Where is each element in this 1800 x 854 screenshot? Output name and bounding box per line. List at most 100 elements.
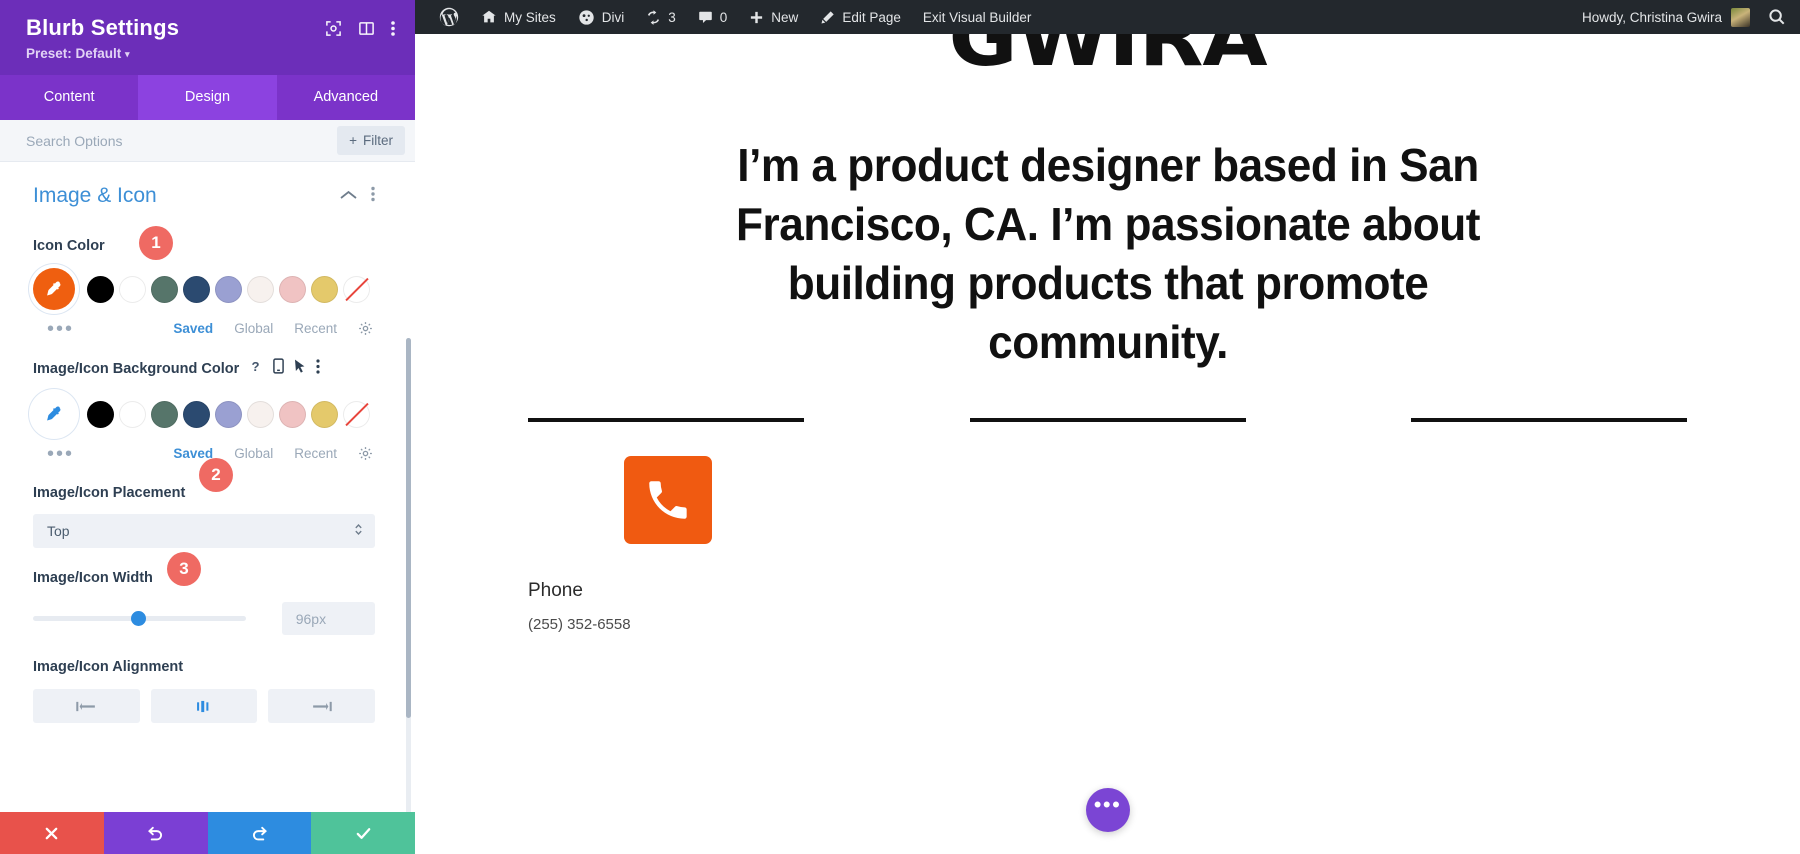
more-dots-icon: ••• <box>1093 792 1122 817</box>
swatch-gold[interactable] <box>311 400 338 428</box>
swatch-navy[interactable] <box>183 275 210 303</box>
wp-comments-button[interactable]: 0 <box>687 0 739 34</box>
help-icon[interactable]: ? <box>248 359 263 379</box>
align-left-icon <box>76 701 95 711</box>
icon-color-picker-button[interactable] <box>33 268 75 311</box>
eyedropper-icon <box>46 281 60 296</box>
swatch-transparent[interactable] <box>343 275 370 303</box>
plus-icon <box>751 11 763 23</box>
wp-exit-label: Exit Visual Builder <box>922 9 1032 25</box>
kebab-menu-icon[interactable] <box>391 20 395 37</box>
divider-row <box>528 417 1687 422</box>
swatch-periwinkle[interactable] <box>215 275 242 303</box>
search-input[interactable] <box>26 132 338 149</box>
mobile-icon[interactable] <box>273 358 285 379</box>
swatch-green[interactable] <box>151 275 178 303</box>
avatar <box>1731 7 1750 27</box>
wp-logo-button[interactable] <box>428 0 470 34</box>
bg-color-gear-icon[interactable] <box>358 446 373 461</box>
panel-scrollbar[interactable] <box>406 338 411 812</box>
pencil-icon <box>821 10 834 23</box>
swatch-green[interactable] <box>151 400 178 428</box>
wp-admin-bar: My Sites Divi 3 0 New Edit Page Exit Vis… <box>415 0 1800 34</box>
section-image-and-icon-header: Image & Icon <box>33 184 375 208</box>
check-icon <box>356 827 370 839</box>
wp-edit-page-label: Edit Page <box>842 9 901 25</box>
undo-button[interactable] <box>103 812 208 854</box>
wp-edit-page-button[interactable]: Edit Page <box>809 0 912 34</box>
field-image-icon-background-color: Image/Icon Background Color ? ••• Saved … <box>33 358 375 464</box>
plus-icon: + <box>349 133 357 149</box>
swatch-transparent[interactable] <box>343 400 370 428</box>
focus-target-icon[interactable] <box>325 20 342 37</box>
bg-color-more-dots[interactable]: ••• <box>33 444 74 464</box>
icon-color-tab-saved[interactable]: Saved <box>173 321 213 336</box>
wp-new-button[interactable]: New <box>738 0 809 34</box>
icon-color-tab-global[interactable]: Global <box>234 321 273 336</box>
placement-select[interactable]: Top <box>33 514 375 549</box>
close-icon <box>46 827 58 839</box>
filter-label: Filter <box>363 133 393 149</box>
sites-icon <box>482 10 496 23</box>
bg-color-swatches <box>33 393 375 436</box>
blurb-module-phone[interactable]: Phone (255) 352-6558 <box>528 455 804 633</box>
chevron-up-icon[interactable] <box>340 187 357 205</box>
width-slider-handle[interactable] <box>130 611 146 627</box>
builder-menu-fab[interactable]: ••• <box>1085 788 1130 832</box>
filter-button[interactable]: + Filter <box>337 126 405 156</box>
bg-color-tab-recent[interactable]: Recent <box>294 446 337 461</box>
wp-updates-button[interactable]: 3 <box>635 0 687 34</box>
align-center-button[interactable] <box>150 689 258 724</box>
search-icon[interactable] <box>1762 8 1786 26</box>
panel-footer-actions <box>0 812 415 854</box>
align-right-button[interactable] <box>268 689 376 724</box>
swatch-pink[interactable] <box>279 275 306 303</box>
swatch-offwhite[interactable] <box>247 400 274 428</box>
panel-title: Blurb Settings <box>26 15 180 40</box>
layout-columns-icon[interactable] <box>358 20 375 37</box>
bg-color-tab-global[interactable]: Global <box>234 446 273 461</box>
tab-content[interactable]: Content <box>0 75 138 120</box>
visual-builder-app: Blurb Settings Preset: Default ▾ Content… <box>0 0 1800 854</box>
align-left-button[interactable] <box>33 689 140 724</box>
redo-icon <box>252 826 267 840</box>
preset-selector[interactable]: Preset: Default ▾ <box>26 46 179 61</box>
section-kebab-menu-icon[interactable] <box>371 186 375 207</box>
wp-howdy-label: Howdy, Christina Gwira <box>1581 9 1722 25</box>
blurb-title: Phone <box>528 579 583 601</box>
wp-account-menu[interactable]: Howdy, Christina Gwira <box>1570 7 1762 27</box>
field-image-icon-alignment: Image/Icon Alignment <box>33 659 376 724</box>
icon-color-more-dots[interactable]: ••• <box>33 319 74 339</box>
swatch-gold[interactable] <box>311 275 338 303</box>
wp-divi-label: Divi <box>601 9 625 25</box>
annotation-badge-2: 2 <box>199 458 233 493</box>
cursor-icon[interactable] <box>294 359 306 379</box>
swatch-periwinkle[interactable] <box>215 400 242 428</box>
eyedropper-icon <box>46 406 60 421</box>
panel-header: Blurb Settings Preset: Default ▾ <box>0 0 415 76</box>
swatch-navy[interactable] <box>183 400 210 428</box>
swatch-black[interactable] <box>87 275 114 303</box>
field-image-icon-width: Image/Icon Width 3 96px <box>33 552 375 636</box>
swatch-white[interactable] <box>119 275 146 303</box>
wp-exit-visual-builder-button[interactable]: Exit Visual Builder <box>912 0 1043 34</box>
bg-color-kebab-menu-icon[interactable] <box>316 359 320 379</box>
width-slider[interactable] <box>33 611 246 627</box>
wp-divi-button[interactable]: Divi <box>567 0 636 34</box>
tab-design[interactable]: Design <box>138 75 277 121</box>
icon-color-gear-icon[interactable] <box>358 321 373 336</box>
swatch-pink[interactable] <box>279 400 306 428</box>
icon-color-tab-recent[interactable]: Recent <box>294 321 337 336</box>
save-button[interactable] <box>311 812 415 854</box>
cancel-button[interactable] <box>0 812 104 854</box>
icon-color-label: Icon Color <box>33 238 105 255</box>
swatch-white[interactable] <box>119 400 146 428</box>
bg-color-picker-button[interactable] <box>33 393 75 436</box>
tab-advanced[interactable]: Advanced <box>277 75 415 120</box>
width-value-input[interactable]: 96px <box>281 602 375 636</box>
redo-button[interactable] <box>207 812 312 854</box>
icon-color-swatches <box>33 268 375 311</box>
swatch-black[interactable] <box>87 400 114 428</box>
wp-my-sites-button[interactable]: My Sites <box>470 0 567 34</box>
swatch-offwhite[interactable] <box>247 275 274 303</box>
